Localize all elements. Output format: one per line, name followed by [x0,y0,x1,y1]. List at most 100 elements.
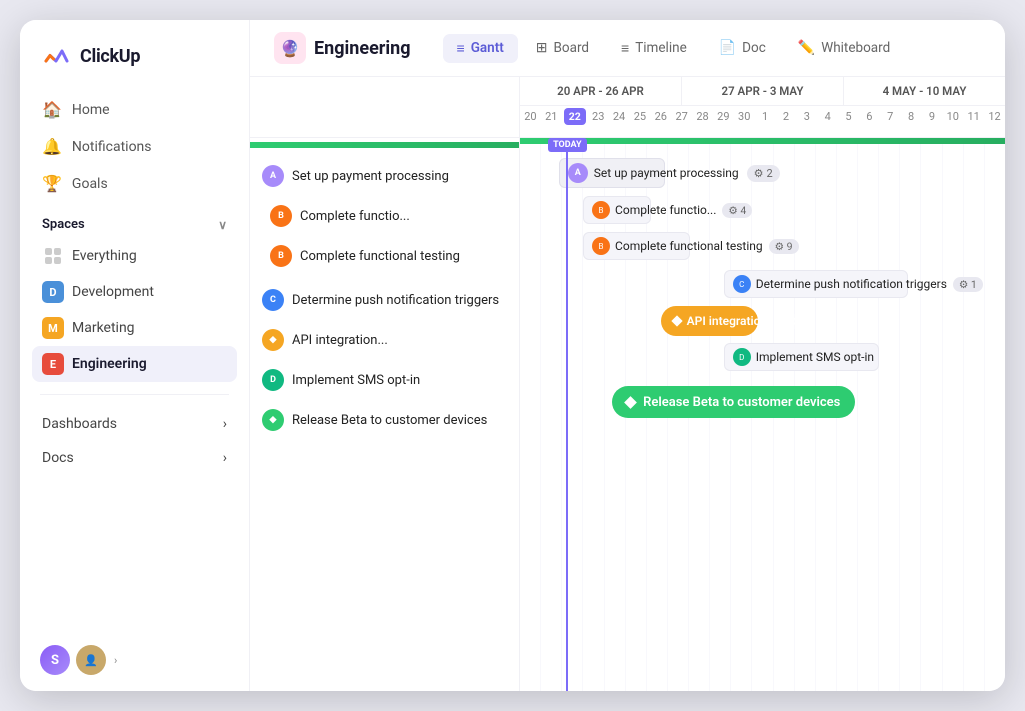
day-21: 21 [541,106,562,127]
day-20: 20 [520,106,541,127]
day-27: 27 [671,106,692,127]
bar-release-beta[interactable]: Release Beta to customer devices [612,386,855,418]
docs-label: Docs [42,450,74,466]
avatar-s: S [40,645,70,675]
task-name-5: Release Beta to customer devices [292,413,487,428]
progress-line [520,138,1005,144]
task-name-3: API integration... [292,333,388,348]
development-label: Development [72,284,154,300]
bar-sms-optin[interactable]: D Implement SMS opt-in [724,343,879,371]
home-label: Home [72,102,110,118]
task-avatar-1b: B [270,245,292,267]
avatar-user: 👤 [76,645,106,675]
engineering-label: Engineering [72,356,147,372]
task-list: A Set up payment processing B Complete f… [250,138,520,691]
task-avatar-3: ◆ [262,329,284,351]
sidebar-item-everything[interactable]: Everything [32,238,237,274]
tab-gantt[interactable]: ≡ Gantt [443,34,518,63]
task-row-3[interactable]: ◆ API integration... [250,320,519,360]
tab-whiteboard[interactable]: ✏️ Whiteboard [784,34,904,62]
tab-timeline[interactable]: ≡ Timeline [607,34,701,63]
gantt-icon: ≡ [457,40,465,57]
bar-complete-func2[interactable]: B Complete functional testing ⚙ 9 [583,232,690,260]
task-row-4[interactable]: D Implement SMS opt-in [250,360,519,400]
bar-label-5: Release Beta to customer devices [643,395,840,410]
task-row-1a[interactable]: B Complete functio... [250,196,519,236]
gantt-area: 20 APR - 26 APR 27 APR - 3 MAY 4 MAY - 1… [250,77,1005,691]
notifications-label: Notifications [72,139,152,155]
day-24: 24 [609,106,630,127]
sidebar-item-docs[interactable]: Docs › [32,441,237,475]
date-range-2: 27 APR - 3 MAY [682,77,844,105]
task-avatar-1a: B [270,205,292,227]
bar-payment-processing[interactable]: A Set up payment processing ⚙ 2 [559,158,666,188]
day-25: 25 [630,106,651,127]
sidebar-item-dashboards[interactable]: Dashboards › [32,407,237,441]
sidebar-divider [40,394,229,395]
task-row-5[interactable]: ◆ Release Beta to customer devices [250,400,519,440]
project-title: Engineering [314,38,411,59]
sidebar-item-notifications[interactable]: 🔔 Notifications [32,129,237,164]
bar-badge-1: ⚙ 2 [747,165,780,182]
doc-icon: 📄 [719,40,736,56]
user-area[interactable]: S 👤 › [20,633,249,675]
day-5: 5 [838,106,859,127]
tab-board[interactable]: ⊞ Board [522,34,603,62]
today-line: TODAY [566,138,568,691]
sidebar-item-development[interactable]: D Development [32,274,237,310]
main-content: 🔮 Engineering ≡ Gantt ⊞ Board ≡ Timeline… [250,20,1005,691]
user-chevron: › [114,654,117,667]
bar-label-sub1: Complete functio... [615,203,716,217]
goals-icon: 🏆 [42,174,62,193]
day-numbers-row: 20 21 22 23 24 25 26 27 28 29 30 1 [520,106,1005,127]
footer-nav: Dashboards › Docs › [20,407,249,475]
marketing-label: Marketing [72,320,135,336]
bar-label-sub2: Complete functional testing [615,239,763,253]
task-name-4: Implement SMS opt-in [292,373,420,388]
day-11: 11 [963,106,984,127]
bar-push-notif[interactable]: C Determine push notification triggers ⚙… [724,270,908,298]
day-8: 8 [901,106,922,127]
sidebar-item-marketing[interactable]: M Marketing [32,310,237,346]
clickup-logo-icon [40,40,72,72]
spaces-chevron[interactable]: ∨ [218,218,227,232]
board-icon: ⊞ [536,40,548,56]
progress-line-left [250,142,519,148]
task-avatar-2: C [262,289,284,311]
sidebar-item-engineering[interactable]: E Engineering [32,346,237,382]
bar-badge-3: ⚙ 1 [785,314,815,329]
dashboards-label: Dashboards [42,416,117,432]
task-row-2[interactable]: C Determine push notification triggers [250,280,519,320]
bar-avatar-1: A [568,163,588,183]
task-name-1b: Complete functional testing [300,249,460,264]
gantt-body: A Set up payment processing B Complete f… [250,138,1005,691]
everything-icon [42,245,64,267]
day-10: 10 [942,106,963,127]
bar-avatar-2: C [733,275,751,293]
task-row-1[interactable]: A Set up payment processing [250,156,519,196]
bar-complete-func1[interactable]: B Complete functio... ⚙ 4 [583,196,651,224]
sidebar-item-home[interactable]: 🏠 Home [32,92,237,127]
sidebar-item-goals[interactable]: 🏆 Goals [32,166,237,201]
task-name-1: Set up payment processing [292,169,449,184]
bar-badge-sub2: ⚙ 9 [769,239,799,254]
task-avatar-1: A [262,165,284,187]
task-avatar-4: D [262,369,284,391]
bar-api-integration[interactable]: API integration... ⚙ 1 [661,306,758,336]
task-name-2: Determine push notification triggers [292,293,499,308]
tab-doc[interactable]: 📄 Doc [705,34,780,62]
logo-area[interactable]: ClickUp [20,40,249,92]
day-29: 29 [713,106,734,127]
diamond-api [671,315,682,326]
day-2: 2 [776,106,797,127]
day-4: 4 [817,106,838,127]
top-tabs: ≡ Gantt ⊞ Board ≡ Timeline 📄 Doc ✏️ W [443,34,905,63]
task-row-1b[interactable]: B Complete functional testing [250,236,519,276]
day-22-today: 22 [562,106,588,127]
day-3: 3 [796,106,817,127]
engineering-badge: E [42,353,64,375]
task-avatar-5: ◆ [262,409,284,431]
spaces-section-label: Spaces ∨ [20,201,249,238]
diamond-release [624,396,637,409]
project-emoji: 🔮 [280,39,300,58]
